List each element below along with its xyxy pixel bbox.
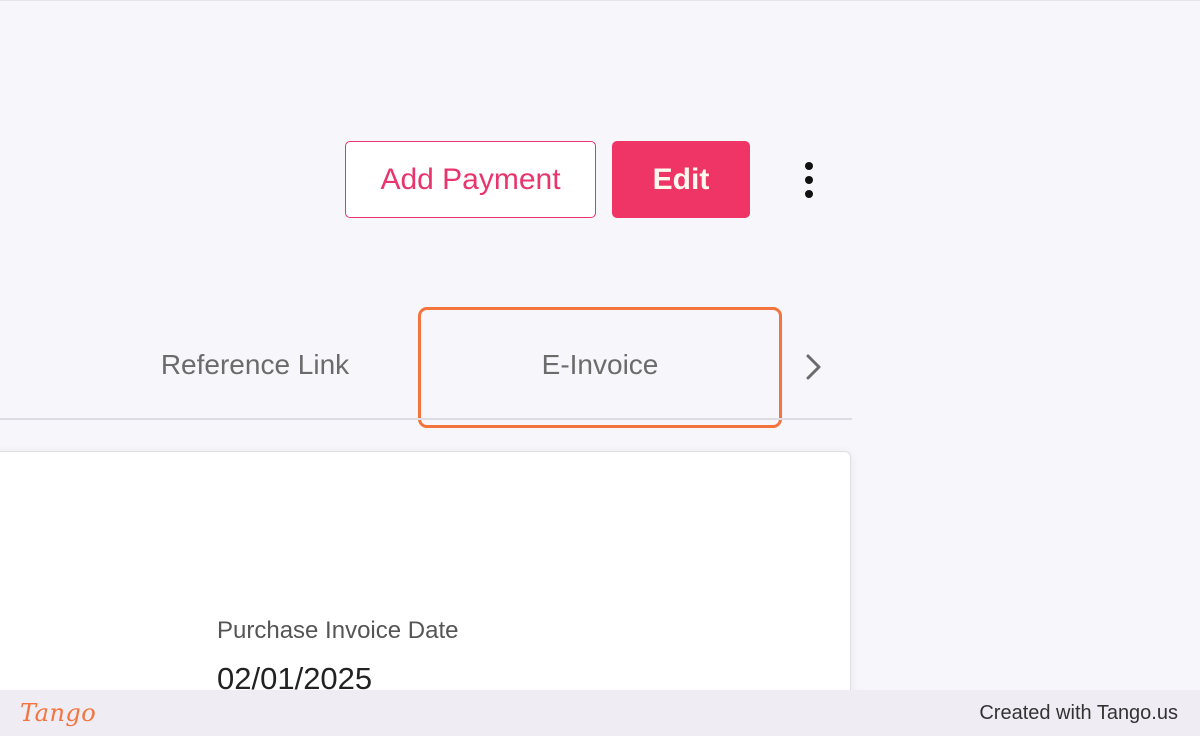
- tab-reference-link[interactable]: Reference Link: [120, 330, 390, 400]
- kebab-dot: [805, 190, 813, 198]
- kebab-dot: [805, 162, 813, 170]
- more-options-icon[interactable]: [796, 158, 822, 202]
- tab-e-invoice[interactable]: E-Invoice: [421, 330, 779, 400]
- tango-logo: Tango: [20, 699, 97, 727]
- field-label-purchase-invoice-date: Purchase Invoice Date: [217, 617, 459, 644]
- edit-button[interactable]: Edit: [612, 141, 750, 218]
- footer-bar: Tango Created with Tango.us: [0, 690, 1200, 736]
- add-payment-button[interactable]: Add Payment: [345, 141, 596, 218]
- chevron-right-icon[interactable]: [796, 348, 830, 386]
- kebab-dot: [805, 176, 813, 184]
- footer-credit: Created with Tango.us: [979, 701, 1178, 724]
- tabs-divider: [0, 418, 852, 420]
- frame-edge: [0, 0, 1200, 1]
